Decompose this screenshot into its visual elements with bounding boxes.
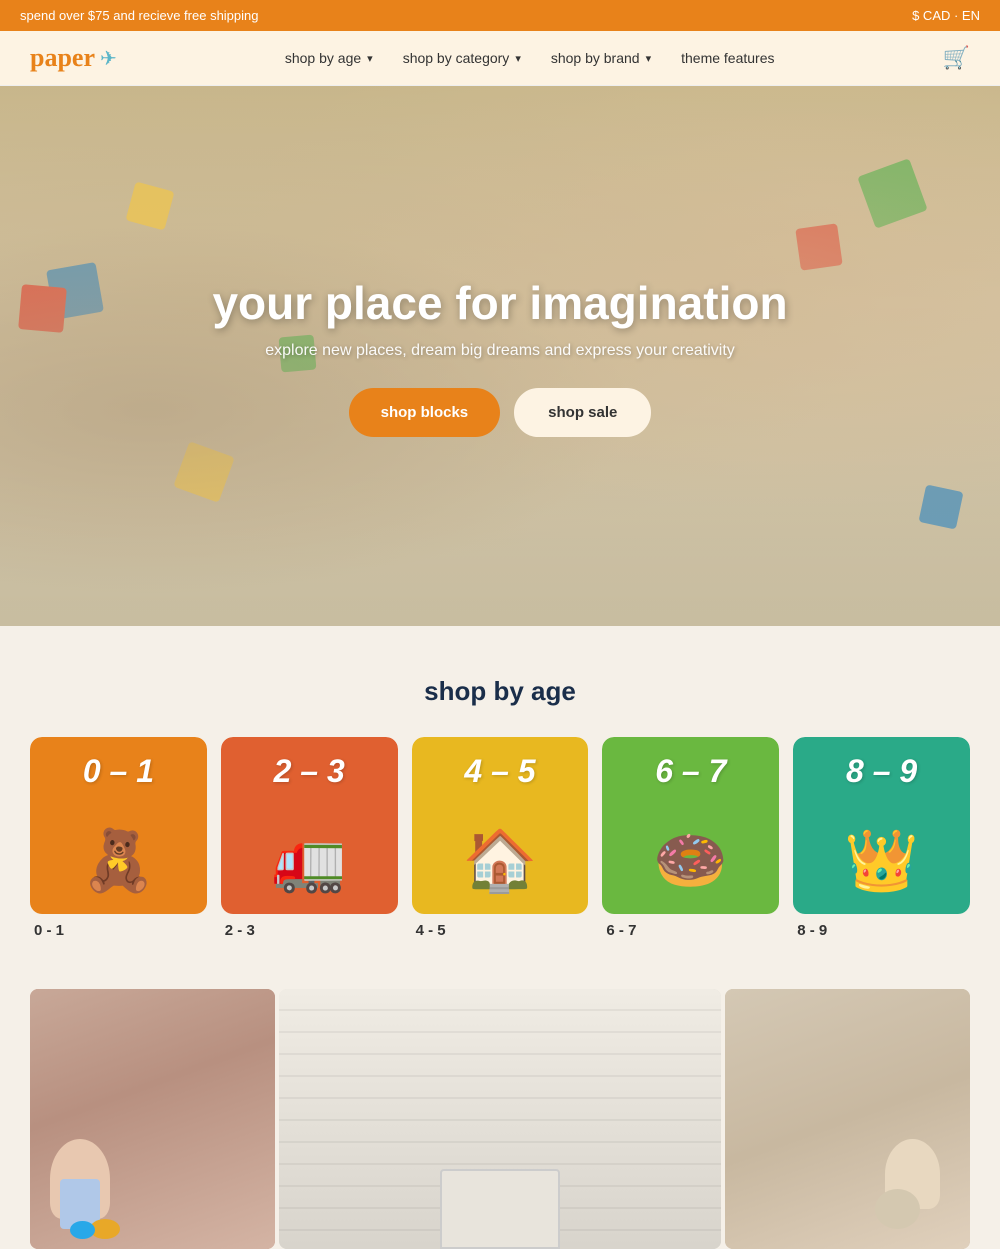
cart-icon[interactable]: 🛒 <box>943 45 970 71</box>
age-grid: 0 – 1 🧸 0 - 1 2 – 3 🚛 2 - 3 4 – 5 🏠 4 - <box>30 737 970 939</box>
photo-right[interactable] <box>725 989 970 1249</box>
top-banner: spend over $75 and recieve free shipping… <box>0 0 1000 31</box>
main-nav: shop by age ▾ shop by category ▾ shop by… <box>285 50 775 66</box>
age-emoji: 🏠 <box>463 825 538 896</box>
age-card-text: 0 - 1 <box>30 922 207 939</box>
age-range-label: 0 – 1 <box>83 753 154 790</box>
photo-left-image <box>30 989 275 1249</box>
age-card-6-7[interactable]: 6 – 7 🍩 6 - 7 <box>602 737 779 939</box>
age-card-2-3[interactable]: 2 – 3 🚛 2 - 3 <box>221 737 398 939</box>
hero-buttons: shop blocks shop sale <box>212 388 787 437</box>
age-range-label: 2 – 3 <box>274 753 345 790</box>
age-emoji: 🍩 <box>653 825 728 896</box>
chevron-down-icon: ▾ <box>646 52 652 65</box>
banner-left-text: spend over $75 and recieve free shipping <box>20 8 259 23</box>
age-emoji: 👑 <box>844 825 919 896</box>
age-card-0-1[interactable]: 0 – 1 🧸 0 - 1 <box>30 737 207 939</box>
age-range-label: 8 – 9 <box>846 753 917 790</box>
hero-title: your place for imagination <box>212 276 787 330</box>
banner-right-text[interactable]: $ CAD · EN <box>912 8 980 23</box>
hero-section: your place for imagination explore new p… <box>0 86 1000 626</box>
photo-section <box>0 969 1000 1249</box>
age-card-text: 4 - 5 <box>412 922 589 939</box>
shop-sale-button[interactable]: shop sale <box>514 388 651 437</box>
age-card-text: 2 - 3 <box>221 922 398 939</box>
chevron-down-icon: ▾ <box>515 52 521 65</box>
age-card-text: 6 - 7 <box>602 922 779 939</box>
age-range-label: 6 – 7 <box>655 753 726 790</box>
photo-center[interactable] <box>279 989 720 1249</box>
hero-subtitle: explore new places, dream big dreams and… <box>212 342 787 360</box>
logo-icon: ✈ <box>100 46 117 71</box>
nav-theme-features[interactable]: theme features <box>681 50 774 66</box>
hero-content: your place for imagination explore new p… <box>192 256 807 457</box>
nav-shop-by-age[interactable]: shop by age ▾ <box>285 50 373 66</box>
shop-by-age-title: shop by age <box>30 676 970 707</box>
nav-shop-by-category[interactable]: shop by category ▾ <box>403 50 521 66</box>
photo-left[interactable] <box>30 989 275 1249</box>
chevron-down-icon: ▾ <box>367 52 373 65</box>
shop-by-age-section: shop by age 0 – 1 🧸 0 - 1 2 – 3 🚛 2 - 3 <box>0 626 1000 969</box>
photo-right-image <box>725 989 970 1249</box>
age-range-label: 4 – 5 <box>464 753 535 790</box>
logo-text: paper <box>30 43 95 73</box>
age-card-8-9[interactable]: 8 – 9 👑 8 - 9 <box>793 737 970 939</box>
header: paper ✈ shop by age ▾ shop by category ▾… <box>0 31 1000 86</box>
age-emoji: 🚛 <box>272 825 347 896</box>
shop-blocks-button[interactable]: shop blocks <box>349 388 501 437</box>
nav-shop-by-brand[interactable]: shop by brand ▾ <box>551 50 651 66</box>
age-card-text: 8 - 9 <box>793 922 970 939</box>
age-card-4-5[interactable]: 4 – 5 🏠 4 - 5 <box>412 737 589 939</box>
age-emoji: 🧸 <box>81 825 156 896</box>
logo[interactable]: paper ✈ <box>30 43 117 73</box>
photo-center-image <box>279 989 720 1249</box>
